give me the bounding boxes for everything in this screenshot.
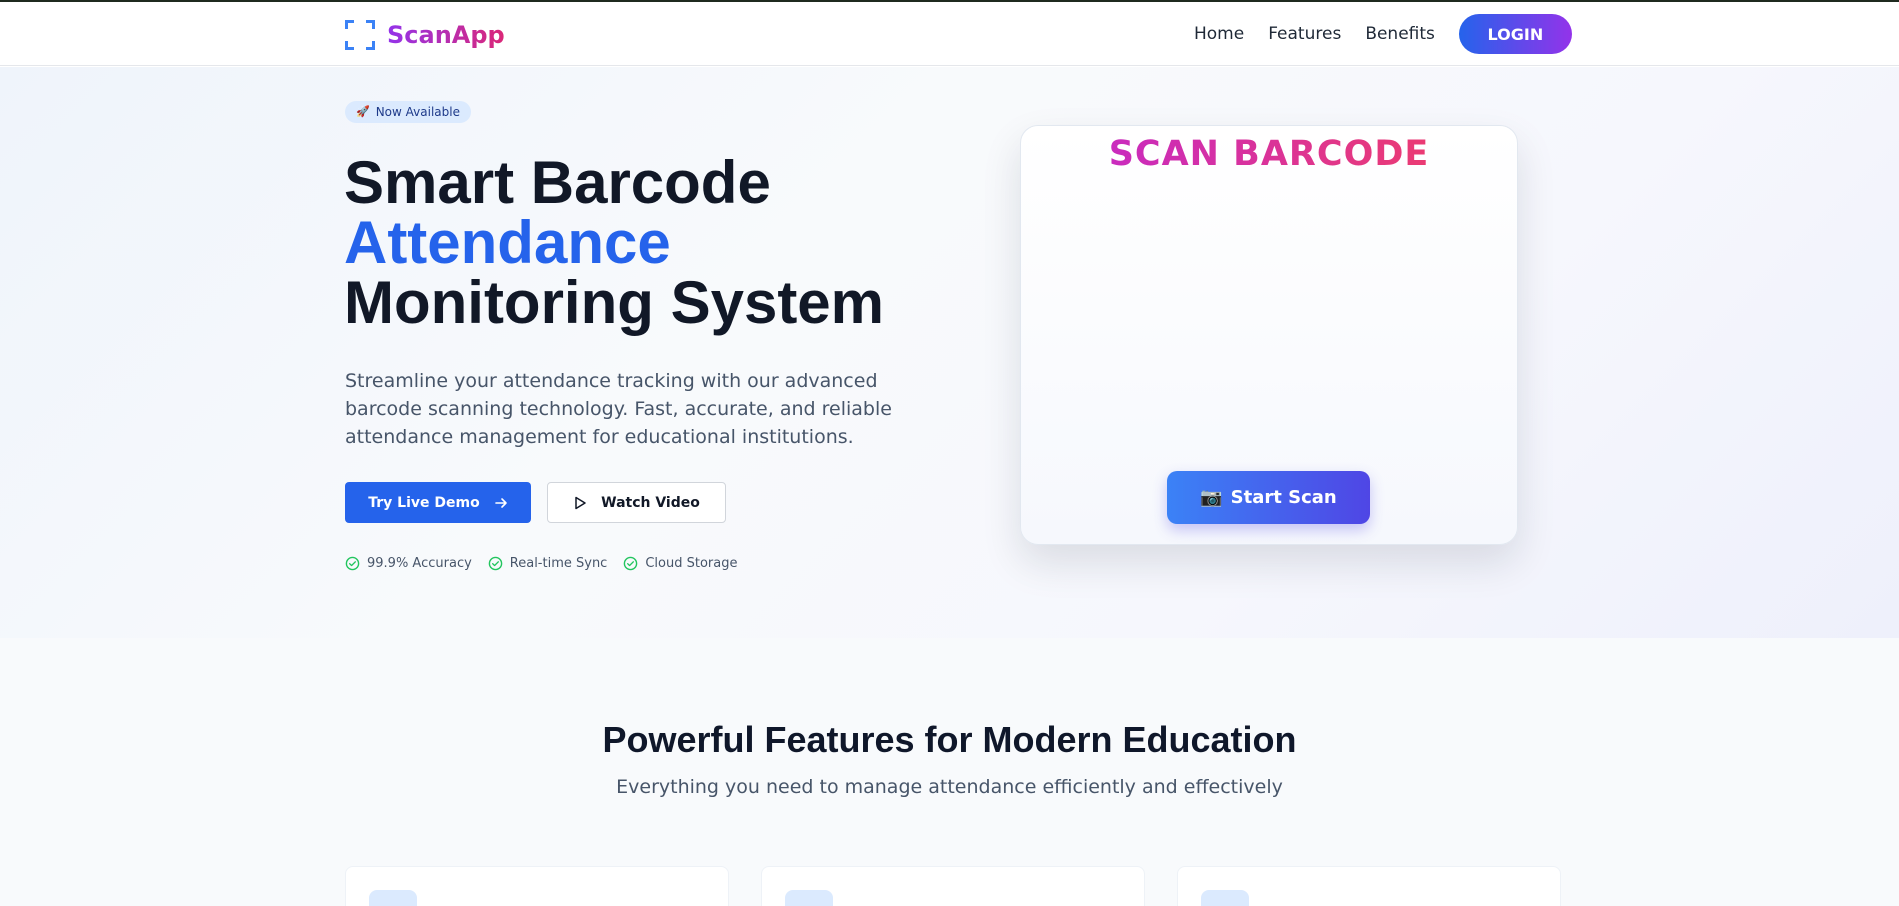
feature-icon <box>1201 890 1249 906</box>
scan-frame-icon <box>345 20 375 50</box>
rocket-icon: 🚀 <box>356 105 370 118</box>
feature-icon <box>785 890 833 906</box>
check-item: 99.9% Accuracy <box>345 556 472 571</box>
start-scan-button[interactable]: 📷 Start Scan <box>1167 471 1370 524</box>
feature-card <box>761 866 1145 906</box>
feature-icon <box>369 890 417 906</box>
check-item: Real-time Sync <box>488 556 608 571</box>
scanner-title: SCAN BARCODE <box>1021 134 1517 174</box>
check-circle-icon <box>624 556 638 571</box>
play-icon <box>575 496 586 509</box>
features-title: Powerful Features for Modern Education <box>602 719 1297 760</box>
check-label: 99.9% Accuracy <box>367 556 472 571</box>
check-item: Cloud Storage <box>623 556 737 571</box>
brand-name: ScanApp <box>387 21 505 49</box>
features-section: Powerful Features for Modern Education E… <box>0 638 1899 906</box>
hero-section: 🚀 Now Available Smart Barcode Attendance… <box>0 67 1899 638</box>
check-circle-icon <box>488 556 503 571</box>
login-button[interactable]: LOGIN <box>1458 14 1572 54</box>
scanner-card: SCAN BARCODE 📷 Start Scan <box>1020 125 1518 545</box>
nav-link-features[interactable]: Features <box>1268 14 1341 54</box>
navbar: ScanApp Home Features Benefits LOGIN <box>0 2 1899 66</box>
hero-title-line2: Attendance <box>344 209 671 276</box>
nav-menu: Home Features Benefits LOGIN <box>1194 14 1572 54</box>
watch-video-button[interactable]: Watch Video <box>547 482 726 523</box>
check-circle-icon <box>345 556 360 571</box>
check-label: Real-time Sync <box>509 556 608 571</box>
now-available-badge: 🚀 Now Available <box>345 101 471 123</box>
brand-logo[interactable]: ScanApp <box>345 20 505 50</box>
video-label: Watch Video <box>601 494 700 511</box>
camera-icon: 📷 <box>1200 487 1223 508</box>
start-scan-label: Start Scan <box>1230 487 1337 508</box>
hero-title: Smart Barcode Attendance Monitoring Syst… <box>344 153 884 333</box>
nav-link-benefits[interactable]: Benefits <box>1365 14 1435 54</box>
features-subtitle: Everything you need to manage attendance… <box>616 776 1283 798</box>
badge-label: Now Available <box>375 105 460 119</box>
hero-title-line1: Smart Barcode <box>344 149 771 216</box>
try-live-demo-button[interactable]: Try Live Demo <box>345 482 531 523</box>
feature-card <box>1177 866 1561 906</box>
nav-link-home[interactable]: Home <box>1194 14 1244 54</box>
feature-card <box>345 866 729 906</box>
hero-description: Streamline your attendance tracking with… <box>345 370 892 448</box>
hero-title-line3: Monitoring System <box>344 269 885 336</box>
demo-label: Try Live Demo <box>368 494 480 511</box>
check-label: Cloud Storage <box>645 556 738 571</box>
feature-checks: 99.9% Accuracy Real-time Sync Cloud Stor… <box>345 556 737 571</box>
arrow-right-icon <box>494 497 507 508</box>
